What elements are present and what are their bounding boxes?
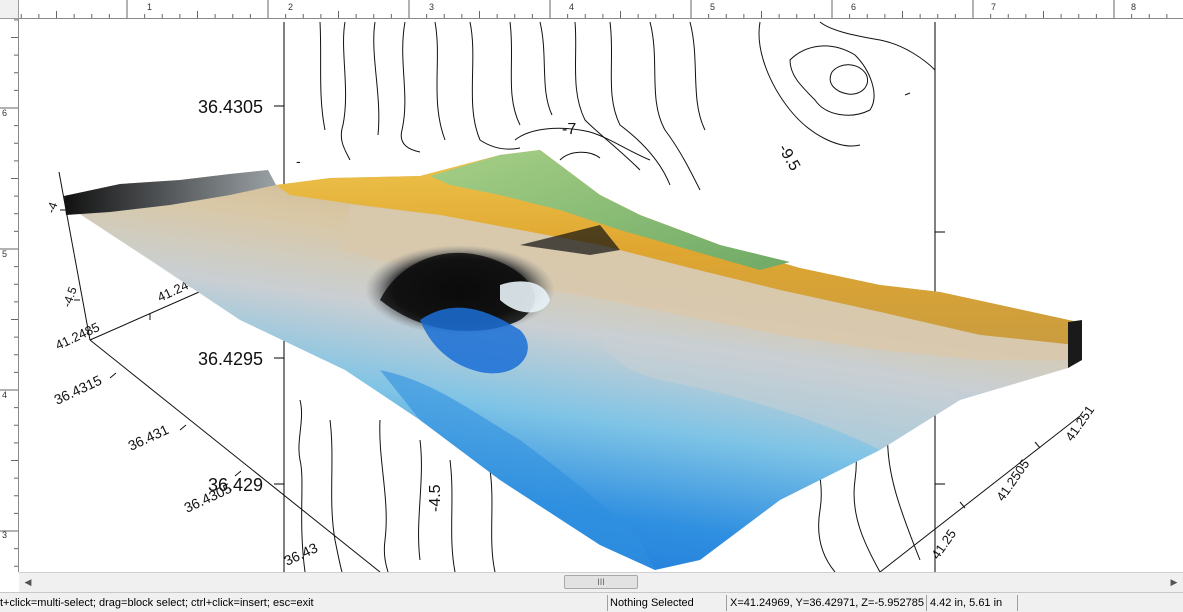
y-tick-36-4295: 36.4295: [198, 349, 263, 369]
ruler-label-4: 4: [569, 2, 575, 12]
ruler-label-3: 3: [429, 2, 435, 12]
y-tick-3d-36-4315: 36.4315: [52, 372, 105, 408]
y-tick-3d-36-43: 36.43: [282, 539, 321, 568]
scroll-thumb[interactable]: III: [564, 575, 638, 589]
ruler-label-5: 5: [710, 2, 716, 12]
ruler-label-7: 7: [991, 2, 997, 12]
status-coordinates: X=41.24969, Y=36.42971, Z=-5.952785: [730, 597, 924, 609]
z-axis-label: -4: [44, 200, 61, 215]
y-tick-3d-36-431: 36.431: [126, 421, 172, 454]
ruler-label-v6: 6: [2, 108, 8, 118]
contour-label-minus-7: -7: [562, 121, 576, 138]
plot-document[interactable]: 36.4305 36.4295 36.429 -7 -9.5 -4.5 - -4…: [19, 19, 1183, 572]
y-tick-36-4305: 36.4305: [198, 97, 263, 117]
contour-label-minus-4-5: -4.5: [427, 484, 444, 512]
ruler-label-6: 6: [851, 2, 857, 12]
ruler-label-v3: 3: [2, 530, 8, 540]
scroll-left-arrow-icon[interactable]: ◀: [21, 575, 35, 589]
vertical-ruler[interactable]: 6 5 4 3: [0, 19, 19, 572]
ruler-corner: [0, 0, 19, 19]
horizontal-scrollbar[interactable]: ◀ III ▶: [19, 572, 1183, 592]
status-hint: t+click=multi-select; drag=block select;…: [0, 597, 314, 609]
status-size: 4.42 in, 5.61 in: [930, 597, 1003, 609]
svg-text:-4.5: -4.5: [60, 285, 80, 310]
horizontal-ruler[interactable]: 1 2 3 4 5 6 7 8: [19, 0, 1183, 19]
scroll-right-arrow-icon[interactable]: ▶: [1167, 575, 1181, 589]
ruler-label-2: 2: [288, 2, 294, 12]
ruler-label-v5: 5: [2, 249, 8, 259]
contour-label-minus-9-5: -9.5: [775, 142, 804, 174]
x-tick-right-41-25: 41.25: [928, 526, 959, 561]
ruler-label-1: 1: [147, 2, 153, 12]
x-tick-right-41-2505: 41.2505: [993, 457, 1032, 504]
status-bar: t+click=multi-select; drag=block select;…: [0, 592, 1183, 612]
status-selection: Nothing Selected: [610, 597, 694, 609]
ruler-label-v4: 4: [2, 390, 8, 400]
x-tick-right-41-251: 41.251: [1062, 403, 1097, 444]
ruler-label-8: 8: [1131, 2, 1137, 12]
x-tick-left-41-2485: 41.2485: [53, 319, 102, 352]
plot-canvas[interactable]: 36.4305 36.4295 36.429 -7 -9.5 -4.5 - -4…: [19, 19, 1183, 572]
svg-text:-: -: [296, 153, 301, 169]
